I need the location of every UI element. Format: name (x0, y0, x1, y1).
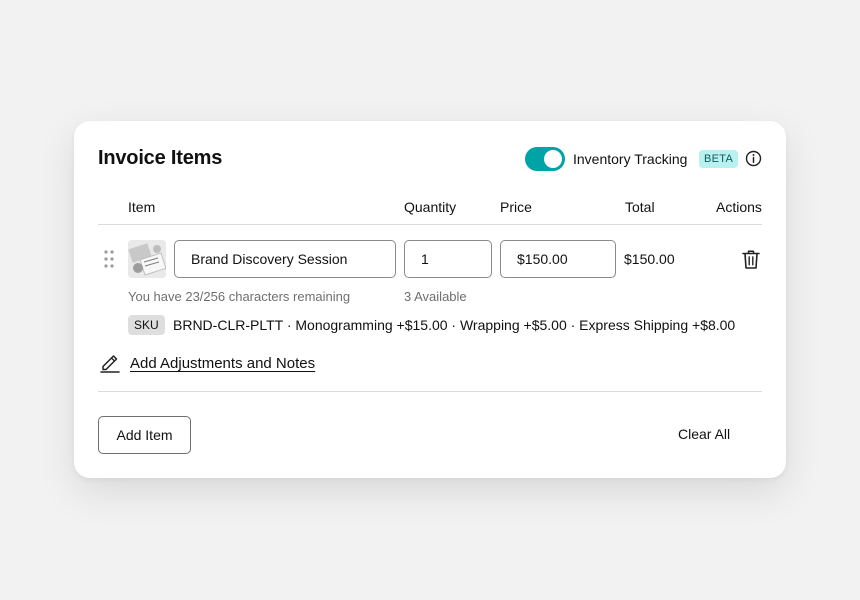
stock-availability: 3 Available (404, 289, 467, 304)
pencil-icon (100, 355, 120, 373)
line-total: $150.00 (624, 251, 675, 267)
item-thumbnail (128, 240, 166, 278)
column-header-quantity: Quantity (404, 199, 457, 215)
clear-all-button[interactable]: Clear All (678, 426, 730, 442)
quantity-input[interactable] (404, 240, 492, 278)
toggle-knob (544, 150, 562, 168)
sku-details: BRND-CLR-PLTT · Monogramming +$15.00 · W… (173, 317, 736, 333)
add-adjustments-link[interactable]: Add Adjustments and Notes (130, 355, 315, 372)
column-header-actions: Actions (716, 199, 762, 215)
item-name-input[interactable] (174, 240, 396, 278)
price-input[interactable] (500, 240, 616, 278)
inventory-tracking-label: Inventory Tracking (573, 151, 688, 167)
info-icon[interactable] (745, 150, 762, 167)
invoice-items-card: Invoice Items Inventory Tracking BETA It… (74, 121, 786, 478)
sku-badge: SKU (128, 315, 165, 335)
footer-divider (98, 391, 762, 392)
beta-badge: BETA (699, 150, 739, 168)
card-title: Invoice Items (98, 147, 223, 169)
inventory-tracking-toggle[interactable] (525, 147, 565, 171)
column-header-price: Price (500, 199, 532, 215)
trash-icon[interactable] (741, 249, 761, 270)
column-header-item: Item (128, 199, 156, 215)
add-item-button[interactable]: Add Item (98, 416, 191, 454)
character-count-hint: You have 23/256 characters remaining (128, 289, 351, 304)
drag-handle-icon[interactable] (104, 250, 114, 268)
column-header-total: Total (625, 199, 655, 215)
header-divider (98, 224, 762, 225)
